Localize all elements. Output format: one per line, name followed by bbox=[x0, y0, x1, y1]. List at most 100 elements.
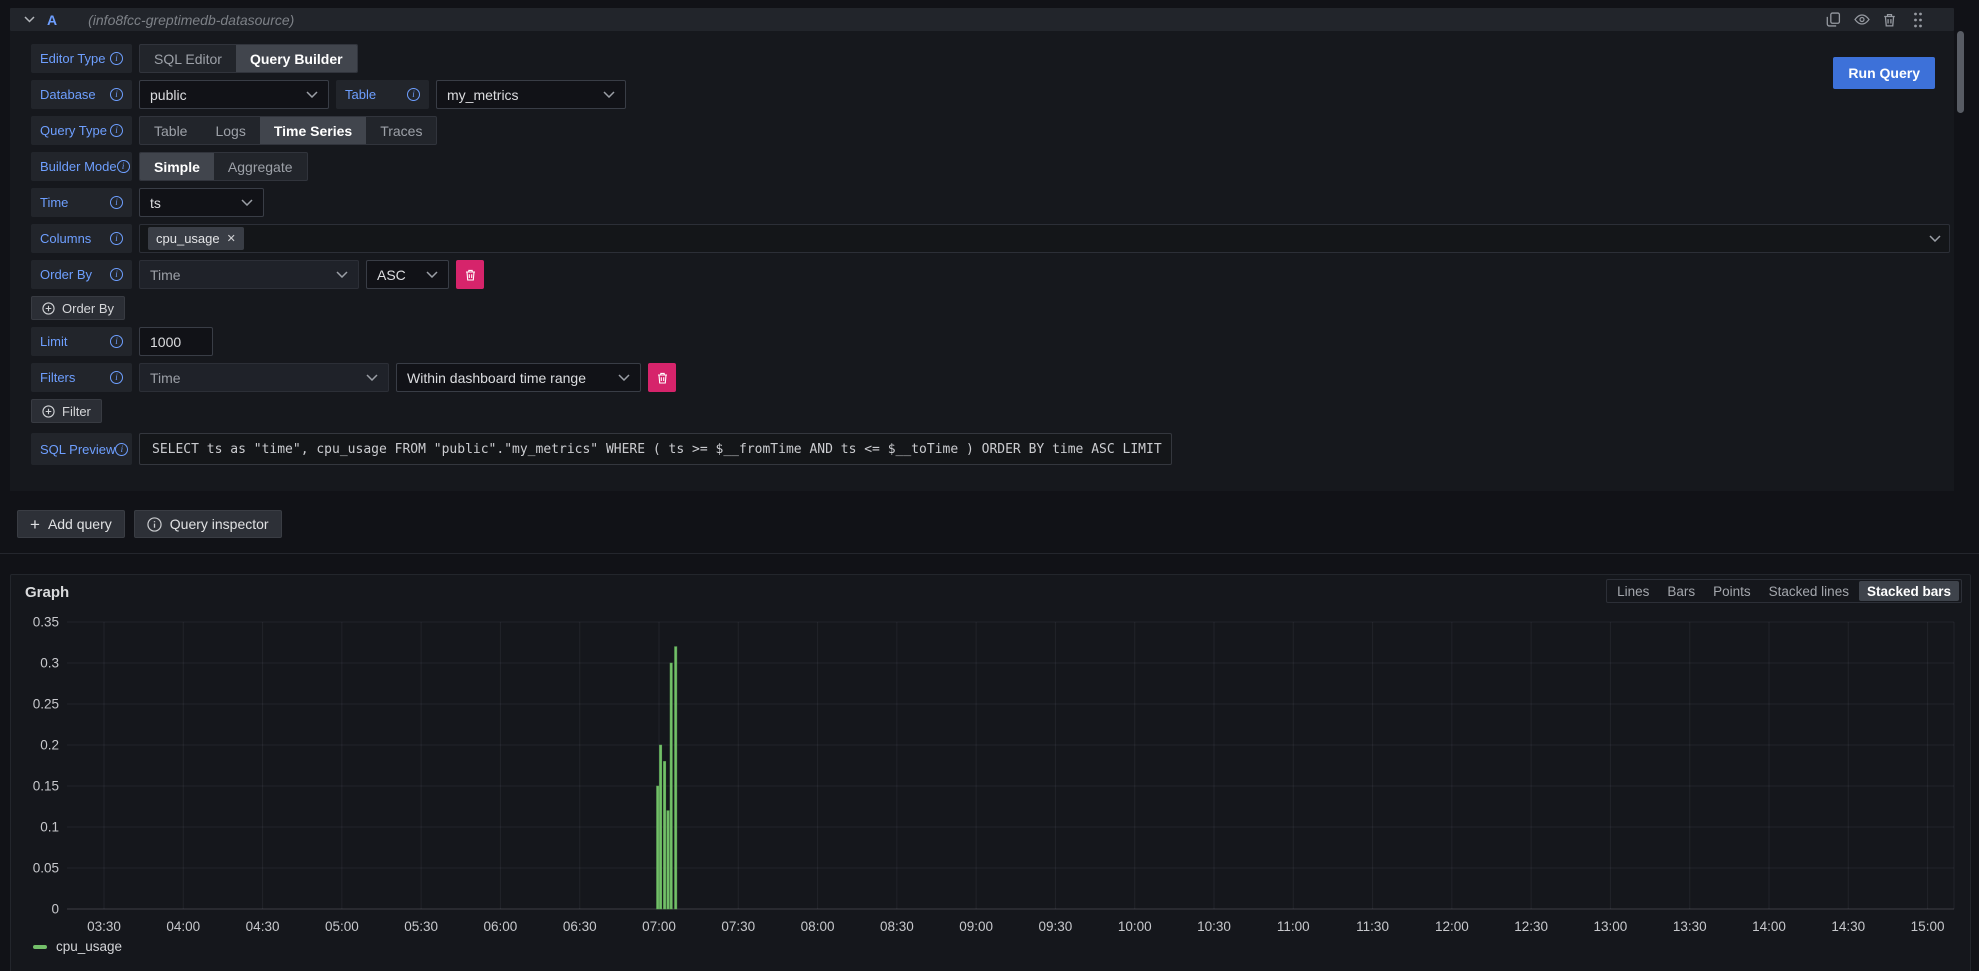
collapse-chevron-icon[interactable] bbox=[24, 16, 35, 23]
seg-item-logs[interactable]: Logs bbox=[201, 117, 259, 144]
run-query-button[interactable]: Run Query bbox=[1833, 57, 1935, 89]
remove-filter-button[interactable] bbox=[648, 363, 676, 392]
y-tick-label: 0.1 bbox=[40, 820, 59, 835]
filter-condition-value: Within dashboard time range bbox=[407, 370, 586, 386]
info-icon[interactable]: i bbox=[110, 335, 123, 348]
seg-item-time-series[interactable]: Time Series bbox=[260, 117, 366, 144]
chevron-down-icon bbox=[603, 91, 615, 98]
chevron-down-icon bbox=[618, 374, 630, 381]
add-order-by-button[interactable]: Order By bbox=[31, 296, 125, 320]
legend-item[interactable]: cpu_usage bbox=[33, 939, 122, 954]
columns-multiselect[interactable]: cpu_usage✕ bbox=[139, 224, 1950, 253]
add-query-button[interactable]: + Add query bbox=[17, 510, 125, 538]
info-icon[interactable]: i bbox=[110, 88, 123, 101]
limit-label-box: Limit i bbox=[31, 327, 132, 356]
x-tick-label: 06:00 bbox=[484, 919, 518, 934]
x-tick-label: 04:30 bbox=[246, 919, 280, 934]
seg-item-table[interactable]: Table bbox=[140, 117, 201, 144]
bar[interactable] bbox=[663, 761, 665, 909]
info-icon[interactable]: i bbox=[110, 232, 123, 245]
y-tick-label: 0.15 bbox=[33, 779, 59, 794]
x-tick-label: 05:00 bbox=[325, 919, 359, 934]
editor-row-limit: Limit i bbox=[31, 327, 1954, 356]
x-tick-label: 10:00 bbox=[1118, 919, 1152, 934]
datasource-name: (info8fcc-greptimedb-datasource) bbox=[88, 12, 294, 28]
bar[interactable] bbox=[657, 786, 659, 909]
viz-item-stacked-bars[interactable]: Stacked bars bbox=[1859, 581, 1959, 601]
viz-mode-picker: LinesBarsPointsStacked linesStacked bars bbox=[1606, 579, 1962, 603]
query-type-label: Query Type bbox=[40, 123, 107, 138]
remove-order-by-button[interactable] bbox=[456, 260, 484, 289]
info-icon[interactable]: i bbox=[117, 160, 130, 173]
info-circle-icon bbox=[147, 517, 162, 532]
table-select[interactable]: my_metrics bbox=[436, 80, 626, 109]
duplicate-query-icon[interactable] bbox=[1825, 11, 1842, 28]
x-tick-label: 06:30 bbox=[563, 919, 597, 934]
bar[interactable] bbox=[667, 811, 669, 909]
add-order-by-label: Order By bbox=[62, 301, 114, 316]
delete-query-trash-icon[interactable] bbox=[1881, 11, 1898, 28]
filter-field-select[interactable]: Time bbox=[139, 363, 389, 392]
bar[interactable] bbox=[659, 745, 661, 909]
seg-item-traces[interactable]: Traces bbox=[366, 117, 436, 144]
limit-input[interactable] bbox=[139, 327, 213, 356]
info-icon[interactable]: i bbox=[110, 371, 123, 384]
add-filter-button[interactable]: Filter bbox=[31, 399, 102, 423]
seg-item-sql-editor[interactable]: SQL Editor bbox=[140, 45, 236, 72]
add-filter-row: Filter bbox=[31, 399, 1954, 423]
plus-circle-icon bbox=[42, 302, 55, 315]
add-query-label: Add query bbox=[48, 516, 112, 532]
query-ref-id[interactable]: A bbox=[47, 12, 57, 28]
viz-item-bars[interactable]: Bars bbox=[1659, 581, 1703, 601]
filter-field-placeholder: Time bbox=[150, 370, 181, 386]
add-order-by-row: Order By bbox=[31, 296, 1954, 320]
graph-panel: 00.050.10.150.20.250.30.3503:3004:0004:3… bbox=[10, 574, 1971, 971]
x-tick-label: 15:00 bbox=[1911, 919, 1945, 934]
sql-preview-label: SQL Preview bbox=[40, 442, 115, 457]
remove-column-icon[interactable]: ✕ bbox=[227, 232, 236, 245]
legend-swatch bbox=[33, 945, 47, 949]
x-tick-label: 03:30 bbox=[87, 919, 121, 934]
info-icon[interactable]: i bbox=[110, 268, 123, 281]
scrollbar-thumb[interactable] bbox=[1957, 31, 1964, 113]
order-by-label-box: Order By i bbox=[31, 260, 132, 289]
seg-item-query-builder[interactable]: Query Builder bbox=[236, 45, 357, 72]
seg-item-aggregate[interactable]: Aggregate bbox=[214, 153, 307, 180]
x-tick-label: 08:30 bbox=[880, 919, 914, 934]
sql-preview-box: SELECT ts as "time", cpu_usage FROM "pub… bbox=[139, 433, 1172, 465]
drag-handle-icon[interactable] bbox=[1909, 11, 1926, 28]
time-column-select[interactable]: ts bbox=[139, 188, 264, 217]
seg-item-simple[interactable]: Simple bbox=[140, 153, 214, 180]
table-label-box: Table i bbox=[336, 80, 429, 109]
query-footer-actions: + Add query Query inspector bbox=[17, 510, 282, 538]
filter-condition-select[interactable]: Within dashboard time range bbox=[396, 363, 641, 392]
toggle-visibility-eye-icon[interactable] bbox=[1853, 11, 1870, 28]
info-icon[interactable]: i bbox=[110, 52, 123, 65]
database-label-box: Database i bbox=[31, 80, 132, 109]
viz-item-stacked-lines[interactable]: Stacked lines bbox=[1761, 581, 1857, 601]
chevron-down-icon bbox=[336, 271, 348, 278]
chevron-down-icon bbox=[241, 199, 253, 206]
x-tick-label: 13:30 bbox=[1673, 919, 1707, 934]
info-icon[interactable]: i bbox=[115, 443, 128, 456]
builder-mode-label-box: Builder Mode i bbox=[31, 152, 132, 181]
order-direction-value: ASC bbox=[377, 267, 406, 283]
limit-label: Limit bbox=[40, 334, 67, 349]
order-by-field-select[interactable]: Time bbox=[139, 260, 359, 289]
viz-item-lines[interactable]: Lines bbox=[1609, 581, 1657, 601]
x-tick-label: 13:00 bbox=[1594, 919, 1628, 934]
query-inspector-button[interactable]: Query inspector bbox=[134, 510, 282, 538]
builder-mode-segmented: SimpleAggregate bbox=[139, 152, 308, 181]
sql-preview-label-box: SQL Preview i bbox=[31, 433, 132, 465]
x-tick-label: 05:30 bbox=[404, 919, 438, 934]
bar[interactable] bbox=[675, 647, 677, 909]
x-tick-label: 14:30 bbox=[1831, 919, 1865, 934]
columns-tag-list: cpu_usage✕ bbox=[148, 227, 244, 250]
viz-item-points[interactable]: Points bbox=[1705, 581, 1759, 601]
bar[interactable] bbox=[670, 663, 672, 909]
info-icon[interactable]: i bbox=[110, 124, 123, 137]
info-icon[interactable]: i bbox=[110, 196, 123, 209]
database-select[interactable]: public bbox=[139, 80, 329, 109]
info-icon[interactable]: i bbox=[407, 88, 420, 101]
order-direction-select[interactable]: ASC bbox=[366, 260, 449, 289]
